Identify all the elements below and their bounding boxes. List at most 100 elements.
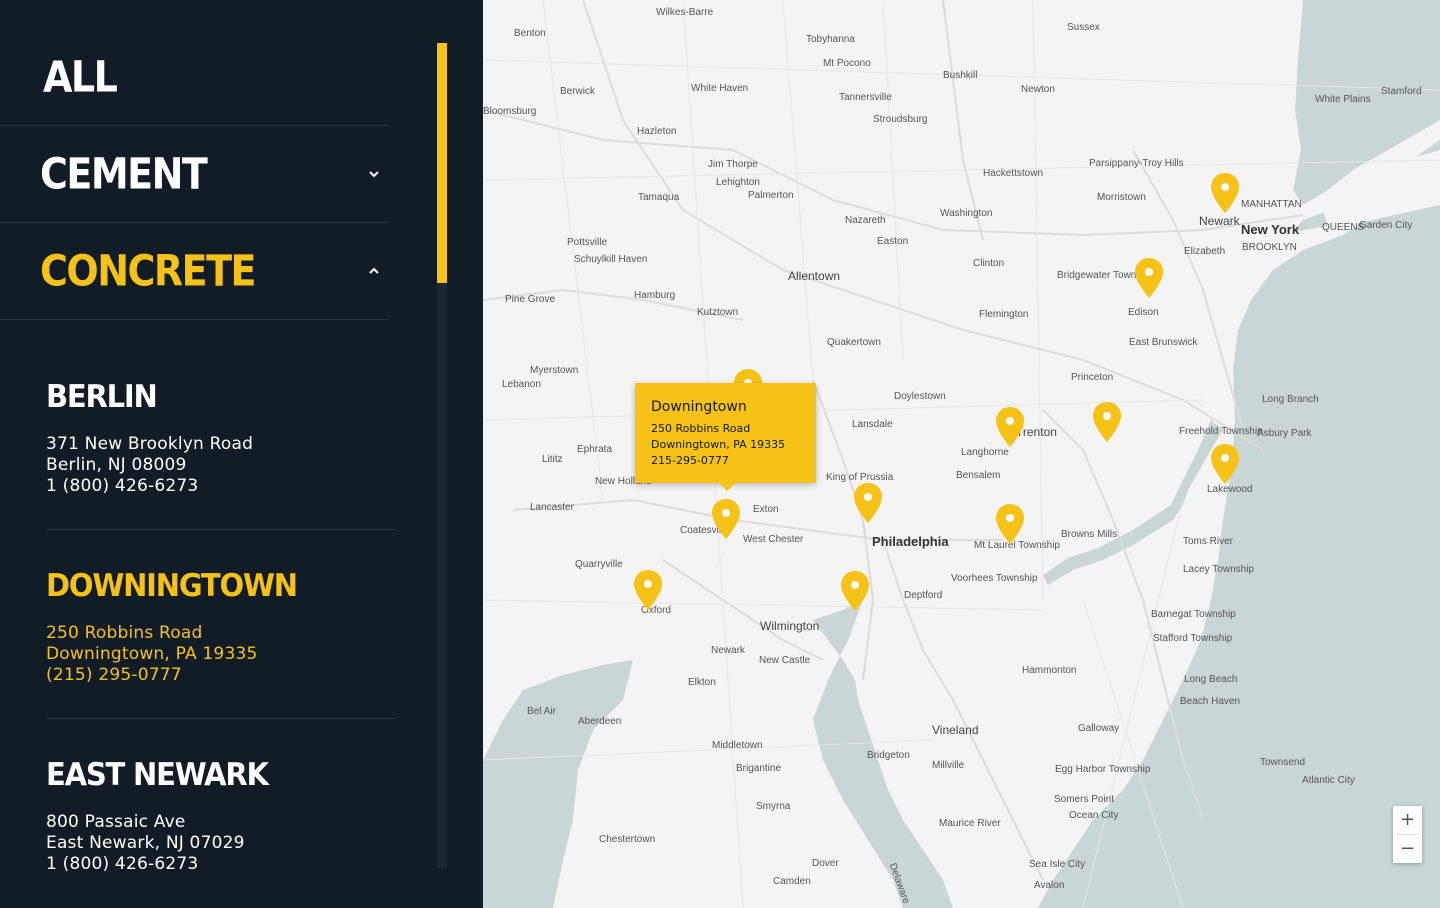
map-place-label: Berwick (560, 86, 596, 97)
map-place-label: Long Beach (1184, 674, 1238, 685)
map-pin-icon[interactable] (996, 504, 1024, 544)
map-place-label: Princeton (1071, 372, 1114, 383)
map-place-label: Camden (773, 876, 811, 887)
location-city: Berlin, NJ 08009 (46, 455, 187, 475)
category-label: CEMENT (40, 149, 208, 199)
map-place-label: Lebanon (502, 379, 541, 390)
map-pin-icon[interactable] (1093, 402, 1121, 442)
location-phone[interactable]: 1 (800) 426-6273 (46, 476, 398, 497)
map-place-label: Bridgeton (867, 750, 910, 761)
popup-phone[interactable]: 215-295-0777 (651, 453, 800, 469)
map-place-label: Langhorne (961, 447, 1009, 458)
location-item-east-newark[interactable]: EAST NEWARK 800 Passaic Ave East Newark,… (46, 756, 398, 875)
location-item-berlin[interactable]: BERLIN 371 New Brooklyn Road Berlin, NJ … (46, 378, 398, 497)
map-place-label: Avalon (1034, 880, 1065, 891)
map-place-label: Morristown (1097, 192, 1146, 203)
map-place-label: Nazareth (845, 215, 886, 226)
map-place-label: Lititz (542, 454, 563, 465)
map-place-label: Allentown (788, 269, 841, 283)
location-phone[interactable]: (215) 295-0777 (46, 665, 398, 686)
map-place-label: Middletown (712, 740, 763, 751)
map-place-label: Bloomsburg (483, 106, 537, 117)
popup-title: Downingtown (651, 399, 747, 415)
map-pin-icon[interactable] (841, 571, 869, 611)
chevron-up-icon[interactable] (367, 264, 381, 278)
location-popup: Downingtown 250 Robbins Road Downingtown… (635, 383, 816, 491)
map-place-label: Atlantic City (1302, 775, 1355, 786)
map-place-label: Lehighton (716, 177, 760, 188)
map-place-label: Freehold Township (1179, 426, 1263, 437)
map-place-label: New Castle (759, 655, 811, 666)
map-place-label: Galloway (1078, 723, 1120, 734)
map-place-label: Lancaster (530, 502, 574, 513)
map-place-label: Newark (711, 645, 745, 656)
map-pin-icon[interactable] (854, 483, 882, 523)
map-place-label: King of Prussia (826, 472, 894, 483)
map-place-label: Toms River (1183, 536, 1234, 547)
location-name: BERLIN (46, 378, 158, 415)
category-concrete[interactable]: CONCRETE (0, 223, 389, 320)
category-label: CONCRETE (40, 246, 256, 296)
popup-city: Downingtown, PA 19335 (651, 438, 786, 451)
category-label: ALL (43, 52, 118, 102)
map-pin-icon[interactable] (996, 407, 1024, 447)
map-place-label: Tannersville (839, 92, 892, 103)
map-pin-icon[interactable] (1211, 173, 1239, 213)
category-cement[interactable]: CEMENT (0, 126, 389, 223)
map-place-label: BROOKLYN (1242, 242, 1297, 253)
map-place-label: Garden City (1359, 220, 1413, 231)
map-place-label: Hammonton (1022, 665, 1077, 676)
zoom-out-button[interactable]: − (1393, 835, 1422, 863)
map-place-label: Pottsville (567, 237, 608, 248)
zoom-in-button[interactable]: + (1393, 806, 1422, 834)
map-place-label: Quarryville (575, 559, 623, 570)
location-item-downingtown[interactable]: DOWNINGTOWN 250 Robbins Road Downingtown… (46, 567, 398, 686)
zoom-control: + − (1393, 806, 1422, 863)
map-place-label: Stroudsburg (873, 114, 928, 125)
location-phone[interactable]: 1 (800) 426-6273 (46, 854, 398, 875)
category-all[interactable]: ALL (0, 29, 389, 126)
map-place-label: Beach Haven (1180, 696, 1241, 707)
sidebar-scrollbar-thumb[interactable] (437, 43, 447, 283)
divider (46, 529, 398, 530)
location-address: 371 New Brooklyn Road (46, 434, 254, 454)
map-place-label: Jim Thorpe (708, 159, 758, 170)
map-place-label: Voorhees Township (951, 573, 1038, 584)
map-place-label: Myerstown (530, 365, 579, 376)
map-place-label: Sea Isle City (1029, 859, 1086, 870)
map-place-label: Hackettstown (983, 168, 1044, 179)
map-place-label: Hazleton (637, 126, 677, 137)
divider (46, 718, 398, 719)
map-place-label: Maurice River (939, 818, 1001, 829)
map-place-label: Bushkill (943, 70, 978, 81)
map-place-label: Browns Mills (1061, 529, 1118, 540)
map-place-label: Washington (940, 208, 993, 219)
map-place-label: Kutztown (697, 307, 739, 318)
map-place-label: Deptford (904, 590, 943, 601)
location-address: 800 Passaic Ave (46, 812, 186, 832)
map-place-label: Newton (1021, 84, 1055, 95)
map-place-label: Clinton (973, 258, 1005, 269)
map-place-label: Sussex (1067, 22, 1100, 33)
map-place-label: Parsippany-Troy Hills (1089, 158, 1184, 169)
map-pin-icon[interactable] (1211, 444, 1239, 484)
chevron-down-icon[interactable] (367, 167, 381, 181)
map-place-label: Dover (812, 858, 839, 869)
map-pin-icon[interactable] (712, 499, 740, 539)
location-address: 250 Robbins Road (46, 623, 203, 643)
map-place-label: Lacey Township (1183, 564, 1254, 575)
map-place-label: Stafford Township (1153, 633, 1233, 644)
map-pin-icon[interactable] (634, 570, 662, 610)
location-map[interactable]: Wilkes-Barre Benton Tobyhanna Sussex Mt Poco… (483, 0, 1440, 908)
map-place-label: Exton (753, 504, 779, 515)
map-place-label: Pine Grove (505, 294, 556, 305)
map-place-label: Elkton (688, 677, 716, 688)
map-place-label: Long Branch (1262, 394, 1319, 405)
map-place-label: Millville (932, 760, 965, 771)
map-pin-icon[interactable] (1135, 258, 1163, 298)
map-place-label: Elizabeth (1184, 246, 1226, 257)
map-place-label: Tobyhanna (806, 34, 855, 45)
map-place-label: QUEENS (1322, 222, 1365, 233)
map-place-label: Barnegat Township (1151, 609, 1236, 620)
map-place-label: Lakewood (1207, 484, 1253, 495)
